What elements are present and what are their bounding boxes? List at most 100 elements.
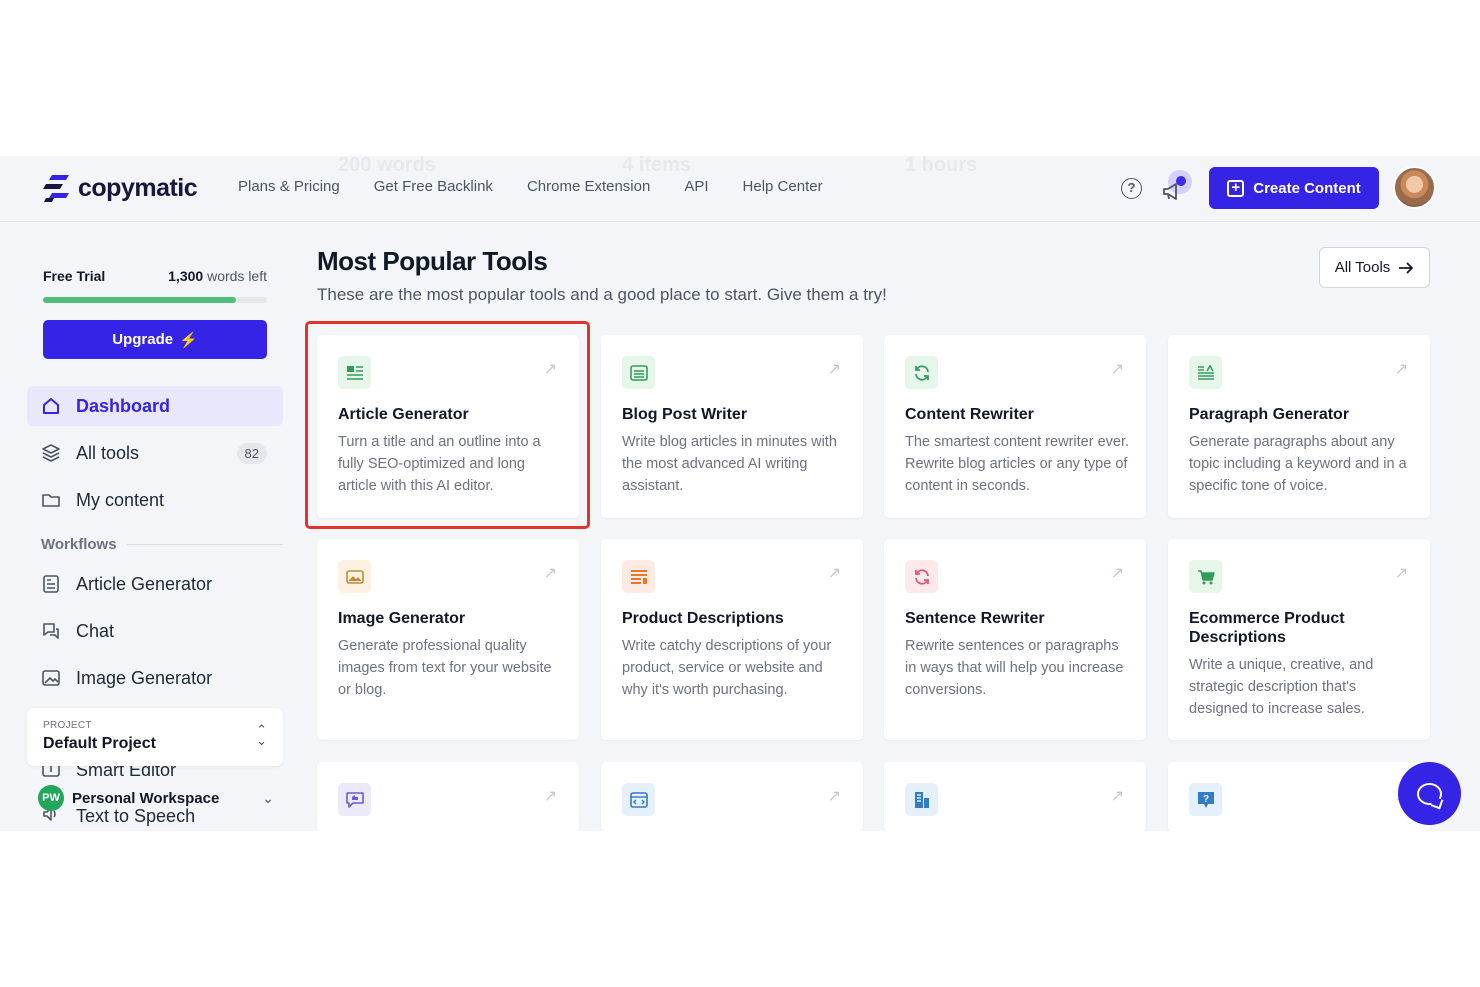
faded-stat: 1 hours bbox=[905, 156, 978, 176]
upgrade-label: Upgrade bbox=[112, 331, 174, 348]
article-icon bbox=[338, 356, 371, 389]
words-progress-fill bbox=[43, 297, 236, 303]
sidebar-item-all-tools[interactable]: All tools 82 bbox=[27, 433, 283, 473]
folder-icon bbox=[41, 490, 61, 510]
arrow-up-right-icon: ↗ bbox=[1110, 361, 1124, 378]
tool-card[interactable]: ?↗ bbox=[1168, 762, 1430, 831]
tool-card[interactable]: ↗ Image Generator Generate professional qu… bbox=[317, 539, 579, 740]
tool-card-title: Sentence Rewriter bbox=[905, 610, 1045, 627]
project-selector[interactable]: PROJECT Default Project ⌃ ⌄ bbox=[27, 708, 283, 766]
user-avatar[interactable] bbox=[1393, 166, 1436, 209]
sidebar-item-my-content[interactable]: My content bbox=[27, 480, 283, 520]
refresh-icon bbox=[905, 356, 938, 389]
workspace-switcher[interactable]: PW Personal Workspace ⌄ bbox=[38, 785, 274, 811]
arrow-up-right-icon: ↗ bbox=[543, 565, 557, 582]
lightning-icon: ⚡ bbox=[179, 331, 198, 349]
tool-card[interactable]: ↗ bbox=[601, 762, 863, 831]
tool-card[interactable]: ↗ Content Rewriter The smartest content re… bbox=[884, 335, 1146, 518]
tool-card-description: Write catchy descriptions of your produc… bbox=[622, 638, 832, 698]
cart-icon bbox=[1189, 560, 1222, 593]
building-icon bbox=[905, 783, 938, 816]
arrow-up-right-icon: ↗ bbox=[543, 361, 557, 378]
arrow-up-right-icon: ↗ bbox=[1394, 565, 1408, 582]
arrow-up-right-icon: ↗ bbox=[827, 361, 841, 378]
arrow-up-right-icon: ↗ bbox=[1394, 361, 1408, 378]
tool-card[interactable]: ↗ Ecommerce Product Descriptions Write a u… bbox=[1168, 539, 1430, 740]
create-content-button[interactable]: + Create Content bbox=[1209, 167, 1379, 209]
article-icon bbox=[41, 574, 61, 594]
arrow-up-right-icon: ↗ bbox=[1110, 565, 1124, 582]
chat-icon bbox=[41, 621, 61, 641]
faded-stat: 200 words bbox=[338, 156, 436, 176]
tool-card-description: The smartest content rewriter ever. Rewr… bbox=[905, 434, 1130, 494]
notification-dot bbox=[1176, 176, 1186, 186]
brand-logo[interactable]: copymatic bbox=[42, 172, 198, 204]
image-icon bbox=[338, 560, 371, 593]
project-name: Default Project bbox=[43, 735, 156, 752]
layers-icon bbox=[41, 443, 61, 463]
project-small-label: PROJECT bbox=[43, 720, 92, 731]
arrow-up-right-icon: ↗ bbox=[827, 565, 841, 582]
thumbs-up-chat-icon bbox=[338, 783, 371, 816]
tool-card-title: Product Descriptions bbox=[622, 610, 784, 627]
sidebar-item-label: Image Generator bbox=[76, 667, 213, 688]
tool-card[interactable]: ↗ Sentence Rewriter Rewrite sentences or p… bbox=[884, 539, 1146, 740]
plan-status: Free Trial 1,300 words left bbox=[43, 268, 267, 284]
image-icon bbox=[41, 668, 61, 688]
chevron-up-down-icon: ⌃ ⌄ bbox=[256, 722, 267, 748]
copymatic-logo-icon bbox=[43, 175, 69, 202]
support-chat-button[interactable] bbox=[1398, 762, 1461, 825]
upgrade-button[interactable]: Upgrade ⚡ bbox=[43, 320, 267, 359]
brand-name: copymatic bbox=[78, 173, 198, 202]
words-left: 1,300 words left bbox=[168, 268, 267, 284]
chevron-down-icon: ⌄ bbox=[262, 789, 274, 806]
help-icon[interactable]: ? bbox=[1121, 178, 1142, 199]
home-icon bbox=[41, 396, 61, 416]
tool-card-title: Image Generator bbox=[338, 610, 466, 627]
tool-card[interactable]: ↗ bbox=[884, 762, 1146, 831]
tool-card[interactable]: ↗ bbox=[317, 762, 579, 831]
sidebar-item-label: Article Generator bbox=[76, 573, 213, 594]
sidebar-item-label: All tools bbox=[76, 442, 140, 463]
app-window: 200 words 4 items 1 hours copymatic Plan… bbox=[0, 156, 1480, 831]
chat-bubble-icon bbox=[1417, 782, 1442, 805]
tool-card-title: Content Rewriter bbox=[905, 406, 1034, 423]
all-tools-button[interactable]: All Tools bbox=[1319, 247, 1430, 288]
nav-free-backlink[interactable]: Get Free Backlink bbox=[374, 178, 493, 195]
arrow-right-icon bbox=[1399, 261, 1414, 274]
sidebar-item-dashboard[interactable]: Dashboard bbox=[27, 386, 283, 426]
question-icon: ? bbox=[1189, 783, 1222, 816]
sidebar: Free Trial 1,300 words left Upgrade ⚡ Da… bbox=[0, 222, 300, 831]
nav-plans-pricing[interactable]: Plans & Pricing bbox=[238, 178, 340, 195]
tool-card-description: Write a unique, creative, and strategic … bbox=[1189, 657, 1374, 717]
sidebar-item-label: Chat bbox=[76, 620, 115, 641]
nav-chrome-extension[interactable]: Chrome Extension bbox=[527, 178, 650, 195]
sidebar-item-label: My content bbox=[76, 489, 165, 510]
tool-card[interactable]: ↗ Article Generator Turn a title and an ou… bbox=[317, 335, 579, 518]
workspace-name: Personal Workspace bbox=[72, 789, 220, 807]
sidebar-item-article-generator[interactable]: Article Generator bbox=[27, 564, 283, 604]
faded-stat: 4 items bbox=[622, 156, 691, 176]
paragraph-icon bbox=[1189, 356, 1222, 389]
code-window-icon bbox=[622, 783, 655, 816]
nav-help-center[interactable]: Help Center bbox=[743, 178, 823, 195]
workflows-heading: Workflows bbox=[41, 536, 283, 553]
all-tools-label: All Tools bbox=[1334, 259, 1391, 276]
create-content-label: Create Content bbox=[1253, 179, 1361, 197]
arrow-up-right-icon: ↗ bbox=[1110, 788, 1124, 805]
announcements-button[interactable] bbox=[1160, 170, 1192, 204]
arrow-up-right-icon: ↗ bbox=[827, 788, 841, 805]
tool-card-description: Generate professional quality images fro… bbox=[338, 638, 552, 698]
workflows-title: Workflows bbox=[41, 536, 117, 553]
words-progress-bar bbox=[43, 297, 267, 303]
tool-card[interactable]: ↗ Paragraph Generator Generate paragraphs … bbox=[1168, 335, 1430, 518]
blog-icon bbox=[622, 356, 655, 389]
tool-card-title: Paragraph Generator bbox=[1189, 406, 1350, 423]
tool-card[interactable]: ↗ Blog Post Writer Write blog articles in … bbox=[601, 335, 863, 518]
tool-card-description: Turn a title and an outline into a fully… bbox=[338, 434, 541, 494]
sidebar-item-image-generator[interactable]: Image Generator bbox=[27, 658, 283, 698]
sidebar-item-chat[interactable]: Chat bbox=[27, 611, 283, 651]
nav-api[interactable]: API bbox=[684, 178, 708, 195]
tool-card[interactable]: ↗ Product Descriptions Write catchy descri… bbox=[601, 539, 863, 740]
tool-card-title: Ecommerce Product Descriptions bbox=[1189, 610, 1345, 646]
